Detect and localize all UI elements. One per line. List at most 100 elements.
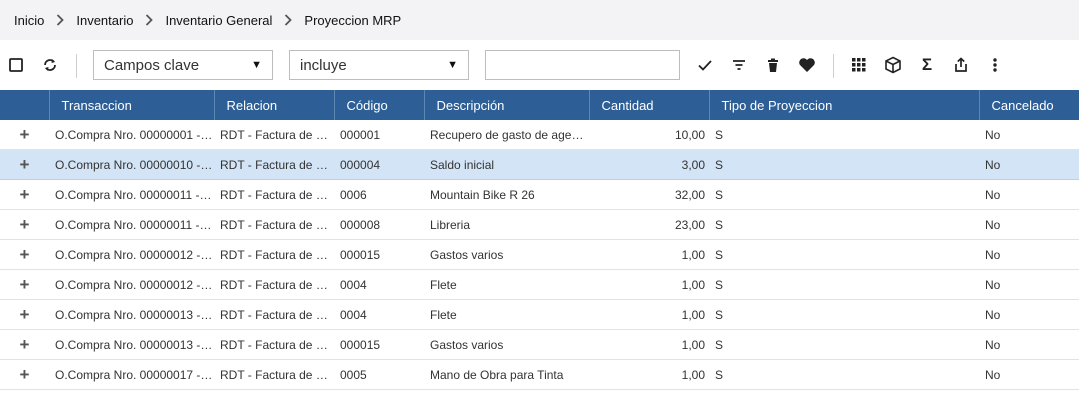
cell-cancelado: No (979, 359, 1079, 390)
expand-row-button[interactable]: + (0, 149, 49, 180)
cell-relacion: RDT - Factura de Compra (214, 329, 334, 360)
column-header-tipo-proyeccion[interactable]: Tipo de Proyeccion (708, 90, 979, 120)
field-select-value: Campos clave (104, 56, 200, 74)
cell-descripcion: Mountain Bike R 26 (424, 179, 589, 210)
cell-codigo: 000008 (334, 209, 424, 240)
column-header-expand (0, 90, 49, 120)
cell-cantidad: 1,00 (589, 299, 709, 330)
table-row[interactable]: + O.Compra Nro. 00000001 - RDT RDT - Fac… (0, 120, 1079, 150)
cell-cancelado: No (979, 120, 1079, 150)
column-header-relacion[interactable]: Relacion (213, 90, 334, 120)
expand-row-button[interactable]: + (0, 269, 49, 300)
cell-cancelado: No (979, 209, 1079, 240)
cell-tipo-proyeccion: S (709, 209, 979, 240)
grid-icon[interactable] (847, 53, 871, 77)
breadcrumb-item-inventario-general[interactable]: Inventario General (165, 13, 272, 28)
toolbar-divider (833, 54, 834, 78)
table-row[interactable]: + O.Compra Nro. 00000012 - RDT RDT - Fac… (0, 269, 1079, 300)
expand-row-button[interactable]: + (0, 120, 49, 150)
data-grid: Transaccion Relacion Código Descripción … (0, 90, 1079, 390)
breadcrumb-item-inventario[interactable]: Inventario (76, 13, 133, 28)
cell-descripcion: Saldo inicial (424, 149, 589, 180)
field-select[interactable]: Campos clave ▼ (93, 50, 273, 80)
search-input[interactable] (485, 50, 680, 80)
cell-relacion: RDT - Factura de Compra (214, 269, 334, 300)
toolbar: Campos clave ▼ incluye ▼ Σ (0, 40, 1079, 90)
cell-tipo-proyeccion: S (709, 179, 979, 210)
sigma-icon[interactable]: Σ (915, 53, 939, 77)
toolbar-divider (76, 54, 77, 78)
table-row[interactable]: + O.Compra Nro. 00000012 - RDT RDT - Fac… (0, 239, 1079, 270)
breadcrumb-item-inicio[interactable]: Inicio (14, 13, 44, 28)
cell-transaccion: O.Compra Nro. 00000010 - RDT (49, 149, 214, 180)
table-header-row: Transaccion Relacion Código Descripción … (0, 90, 1079, 120)
cell-descripcion: Gastos varios (424, 239, 589, 270)
cell-codigo: 000004 (334, 149, 424, 180)
column-header-cancelado[interactable]: Cancelado (978, 90, 1079, 120)
cell-tipo-proyeccion: S (709, 299, 979, 330)
caret-down-icon: ▼ (251, 59, 262, 71)
table-row[interactable]: + O.Compra Nro. 00000017 - RDT RDT - Fac… (0, 359, 1079, 390)
cell-transaccion: O.Compra Nro. 00000012 - RDT (49, 239, 214, 270)
cell-tipo-proyeccion: S (709, 359, 979, 390)
plus-icon: + (19, 275, 30, 294)
column-header-cantidad[interactable]: Cantidad (588, 90, 709, 120)
cell-descripcion: Libreria (424, 209, 589, 240)
export-icon[interactable] (949, 53, 973, 77)
cell-cancelado: No (979, 179, 1079, 210)
cell-codigo: 0004 (334, 299, 424, 330)
table-row[interactable]: + O.Compra Nro. 00000013 - RDT RDT - Fac… (0, 299, 1079, 330)
operator-select[interactable]: incluye ▼ (289, 50, 469, 80)
column-header-codigo[interactable]: Código (333, 90, 424, 120)
cell-codigo: 0005 (334, 359, 424, 390)
expand-row-button[interactable]: + (0, 209, 49, 240)
refresh-icon[interactable] (38, 53, 62, 77)
expand-row-button[interactable]: + (0, 299, 49, 330)
plus-icon: + (19, 365, 30, 384)
cell-codigo: 0006 (334, 179, 424, 210)
cell-tipo-proyeccion: S (709, 120, 979, 150)
filter-icon[interactable] (727, 53, 751, 77)
cell-cantidad: 1,00 (589, 239, 709, 270)
cell-transaccion: O.Compra Nro. 00000012 - RDT (49, 269, 214, 300)
cell-codigo: 000015 (334, 239, 424, 270)
chevron-right-icon (284, 14, 293, 26)
column-header-descripcion[interactable]: Descripción (423, 90, 589, 120)
cell-descripcion: Mano de Obra para Tinta (424, 359, 589, 390)
cell-descripcion: Recupero de gasto de agencia (424, 120, 589, 150)
cell-relacion: RDT - Factura de Compra (214, 149, 334, 180)
cell-cantidad: 32,00 (589, 179, 709, 210)
table-row[interactable]: + O.Compra Nro. 00000011 - RDT RDT - Fac… (0, 209, 1079, 240)
expand-row-button[interactable]: + (0, 359, 49, 390)
cell-relacion: RDT - Factura de Compra (214, 209, 334, 240)
cell-cantidad: 1,00 (589, 269, 709, 300)
cell-cancelado: No (979, 299, 1079, 330)
cell-relacion: RDT - Factura de Compra (214, 239, 334, 270)
plus-icon: + (19, 335, 30, 354)
trash-icon[interactable] (761, 53, 785, 77)
column-header-transaccion[interactable]: Transaccion (48, 90, 214, 120)
cell-transaccion: O.Compra Nro. 00000013 - RDT (49, 299, 214, 330)
table-row-selected[interactable]: + O.Compra Nro. 00000010 - RDT RDT - Fac… (0, 149, 1079, 180)
table-row[interactable]: + O.Compra Nro. 00000011 - RDT RDT - Fac… (0, 179, 1079, 210)
cell-cantidad: 1,00 (589, 329, 709, 360)
plus-icon: + (19, 305, 30, 324)
operator-select-value: incluye (300, 56, 347, 74)
plus-icon: + (19, 185, 30, 204)
expand-row-button[interactable]: + (0, 179, 49, 210)
cube-icon[interactable] (881, 53, 905, 77)
heart-icon[interactable] (795, 53, 819, 77)
table-row[interactable]: + O.Compra Nro. 00000013 - RDT RDT - Fac… (0, 329, 1079, 360)
cell-transaccion: O.Compra Nro. 00000011 - RDT (49, 179, 214, 210)
cell-relacion: RDT - Factura de Compra (214, 179, 334, 210)
plus-icon: + (19, 155, 30, 174)
cell-codigo: 0004 (334, 269, 424, 300)
expand-row-button[interactable]: + (0, 239, 49, 270)
cell-cancelado: No (979, 239, 1079, 270)
plus-icon: + (19, 125, 30, 144)
checkbox-icon[interactable] (4, 53, 28, 77)
cell-relacion: RDT - Factura de Compra (214, 299, 334, 330)
expand-row-button[interactable]: + (0, 329, 49, 360)
more-vertical-icon[interactable] (983, 53, 1007, 77)
check-icon[interactable] (693, 53, 717, 77)
